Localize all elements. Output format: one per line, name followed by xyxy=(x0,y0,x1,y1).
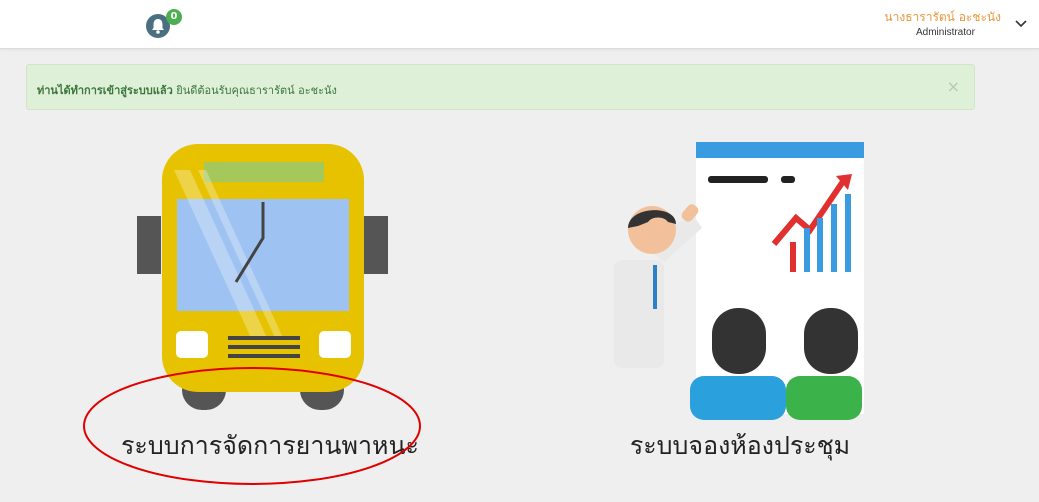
alert-message-rest: ยินดีต้อนรับคุณธารารัตน์ อะชะนัง xyxy=(172,84,337,97)
alert-message-bold: ท่านได้ทำการเข้าสู่ระบบแล้ว xyxy=(37,84,173,97)
alert-close-button[interactable]: × xyxy=(947,77,960,96)
alert-message: ท่านได้ทำการเข้าสู่ระบบแล้ว ยินดีต้อนรับ… xyxy=(37,81,337,99)
vehicle-management-label: ระบบการจัดการยานพาหนะ xyxy=(121,431,419,460)
login-success-alert: ท่านได้ทำการเข้าสู่ระบบแล้ว ยินดีต้อนรับ… xyxy=(26,64,975,110)
meeting-room-booking-label: ระบบจองห้องประชุม xyxy=(629,431,851,460)
vehicle-management-module[interactable]: ระบบการจัดการยานพาหนะ xyxy=(100,130,440,490)
meeting-presentation-icon xyxy=(614,142,864,420)
bus-icon xyxy=(137,144,388,410)
top-navbar: 0 นางธารารัตน์ อะชะนัง Administrator xyxy=(0,0,1039,49)
user-name: นางธารารัตน์ อะชะนัง xyxy=(884,10,1001,24)
meeting-room-booking-module[interactable]: ระบบจองห้องประชุม xyxy=(560,130,920,490)
notification-bell[interactable]: 0 xyxy=(145,9,185,43)
user-menu[interactable]: นางธารารัตน์ อะชะนัง Administrator xyxy=(859,6,1029,42)
notification-count-badge: 0 xyxy=(166,9,182,25)
user-role: Administrator xyxy=(916,27,975,38)
chevron-down-icon[interactable] xyxy=(1015,20,1027,28)
